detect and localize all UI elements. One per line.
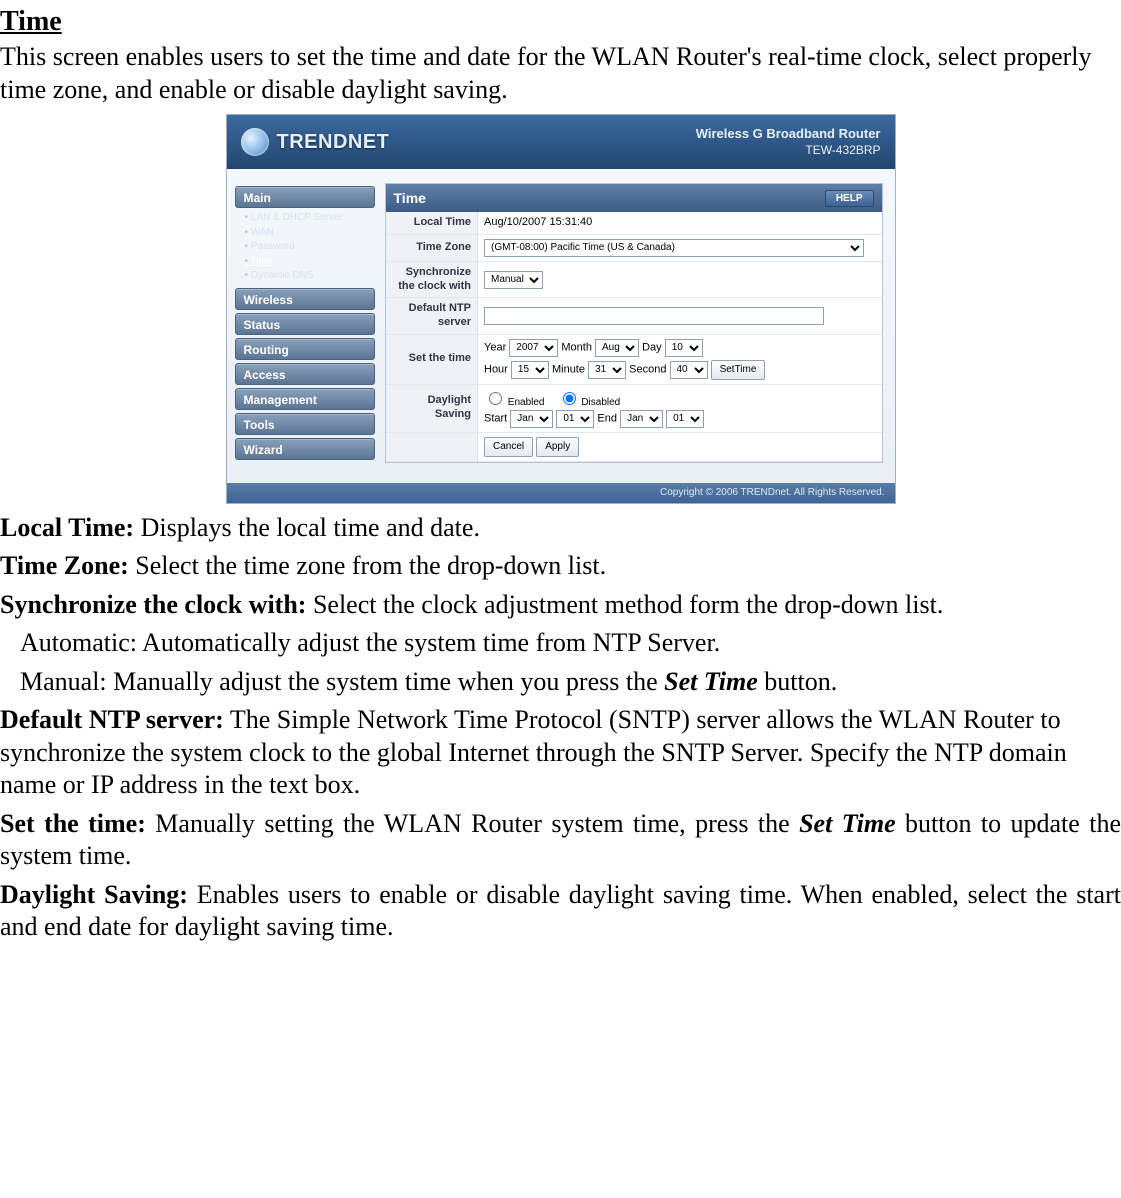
cancel-button[interactable]: Cancel xyxy=(484,437,533,457)
second-select[interactable]: 40 xyxy=(670,361,708,379)
nav-wizard[interactable]: Wizard xyxy=(235,438,375,460)
desc-time-zone: Time Zone: Select the time zone from the… xyxy=(0,550,1121,583)
daylight-disabled-label: Disabled xyxy=(581,397,620,408)
desc-sync-auto: Automatic: Automatically adjust the syst… xyxy=(0,627,1121,660)
set-time-button[interactable]: SetTime xyxy=(711,360,766,380)
nav-sub-password[interactable]: Password xyxy=(245,240,375,255)
ds-start-day[interactable]: 01 xyxy=(556,410,594,428)
nav-routing[interactable]: Routing xyxy=(235,338,375,360)
desc-set-time: Set the time: Manually setting the WLAN … xyxy=(0,808,1121,873)
ds-start-label: Start xyxy=(484,412,507,424)
year-select[interactable]: 2007 xyxy=(509,339,558,357)
label-time-zone: Time Zone xyxy=(386,234,478,261)
ds-end-day[interactable]: 01 xyxy=(666,410,704,428)
doc-title: Time xyxy=(0,4,1121,39)
ds-end-month[interactable]: Jan xyxy=(620,410,663,428)
sidebar: Main LAN & DHCP Server WAN Password Time… xyxy=(235,183,375,460)
ds-end-label: End xyxy=(597,412,617,424)
router-banner: TRENDNET Wireless G Broadband Router TEW… xyxy=(227,115,895,169)
nav-access[interactable]: Access xyxy=(235,363,375,385)
nav-status[interactable]: Status xyxy=(235,313,375,335)
timezone-select[interactable]: (GMT-08:00) Pacific Time (US & Canada) xyxy=(484,239,864,257)
desc-daylight: Daylight Saving: Enables users to enable… xyxy=(0,879,1121,944)
label-daylight: Daylight Saving xyxy=(386,384,478,432)
second-label: Second xyxy=(629,363,666,375)
minute-select[interactable]: 31 xyxy=(588,361,626,379)
nav-wireless[interactable]: Wireless xyxy=(235,288,375,310)
sync-select[interactable]: Manual xyxy=(484,271,543,289)
daylight-enabled-label: Enabled xyxy=(508,397,545,408)
daylight-enabled-radio[interactable] xyxy=(489,392,502,405)
desc-sync: Synchronize the clock with: Select the c… xyxy=(0,589,1121,622)
apply-button[interactable]: Apply xyxy=(536,437,579,457)
ds-start-month[interactable]: Jan xyxy=(510,410,553,428)
daylight-disabled-radio[interactable] xyxy=(563,392,576,405)
screenshot-figure: TRENDNET Wireless G Broadband Router TEW… xyxy=(0,114,1121,504)
hour-select[interactable]: 15 xyxy=(511,361,549,379)
nav-main[interactable]: Main xyxy=(235,186,375,208)
label-ntp: Default NTP server xyxy=(386,298,478,335)
label-sync: Synchronize the clock with xyxy=(386,261,478,298)
page-title: Time xyxy=(394,184,426,212)
nav-tools[interactable]: Tools xyxy=(235,413,375,435)
nav-sub-ddns[interactable]: Dynamic DNS xyxy=(245,269,375,284)
logo-icon xyxy=(241,128,269,156)
doc-intro: This screen enables users to set the tim… xyxy=(0,41,1121,106)
day-select[interactable]: 10 xyxy=(665,339,703,357)
nav-sub-wan[interactable]: WAN xyxy=(245,226,375,241)
nav-management[interactable]: Management xyxy=(235,388,375,410)
label-local-time: Local Time xyxy=(386,212,478,234)
model-number: TEW-432BRP xyxy=(696,143,881,158)
footer-copyright: Copyright © 2006 TRENDnet. All Rights Re… xyxy=(227,483,895,503)
label-set-time: Set the time xyxy=(386,334,478,384)
nav-sub-lan[interactable]: LAN & DHCP Server xyxy=(245,211,375,226)
day-label: Day xyxy=(642,341,662,353)
year-label: Year xyxy=(484,341,506,353)
month-select[interactable]: Aug xyxy=(595,339,639,357)
desc-sync-manual: Manual: Manually adjust the system time … xyxy=(0,666,1121,699)
desc-ntp: Default NTP server: The Simple Network T… xyxy=(0,704,1121,802)
brand-text: TRENDNET xyxy=(277,130,390,155)
product-line: Wireless G Broadband Router xyxy=(696,126,881,142)
nav-sub-time[interactable]: Time xyxy=(245,255,375,270)
desc-local-time: Local Time: Displays the local time and … xyxy=(0,512,1121,545)
month-label: Month xyxy=(561,341,592,353)
ntp-input[interactable] xyxy=(484,307,824,325)
hour-label: Hour xyxy=(484,363,508,375)
value-local-time: Aug/10/2007 15:31:40 xyxy=(478,212,882,234)
help-button[interactable]: HELP xyxy=(825,190,874,207)
minute-label: Minute xyxy=(552,363,585,375)
